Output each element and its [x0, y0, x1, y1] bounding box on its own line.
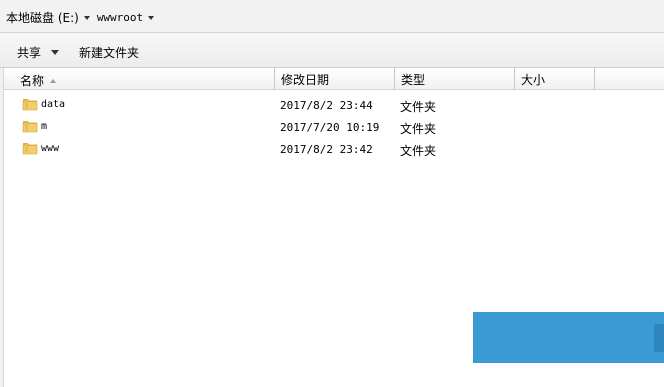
chevron-down-icon[interactable]	[148, 15, 155, 20]
file-type: 文件夹	[400, 122, 437, 136]
file-list: data 2017/8/2 23:44 文件夹 m 2017/7/20 10:1…	[4, 95, 664, 161]
column-header-date[interactable]: 修改日期	[275, 68, 395, 90]
explorer-window: 本地磁盘 (E:) wwwroot 共享 新建文件夹 名称 修改日期 类型 大小	[0, 0, 664, 387]
folder-icon	[22, 143, 38, 155]
folder-icon	[22, 99, 38, 111]
share-button[interactable]: 共享	[17, 44, 60, 61]
new-folder-button-label: 新建文件夹	[79, 46, 140, 60]
column-header-type[interactable]: 类型	[395, 68, 515, 90]
breadcrumb-drive[interactable]: 本地磁盘 (E:)	[6, 9, 79, 26]
chevron-down-icon[interactable]	[83, 15, 90, 20]
column-size-label: 大小	[521, 73, 546, 87]
file-name: www	[41, 143, 60, 154]
file-row[interactable]: www 2017/8/2 23:42 文件夹	[4, 139, 664, 161]
breadcrumb: 本地磁盘 (E:) wwwroot	[6, 9, 161, 26]
file-date: 2017/8/2 23:44	[280, 99, 373, 112]
file-row[interactable]: data 2017/8/2 23:44 文件夹	[4, 95, 664, 117]
file-name: data	[41, 99, 66, 110]
command-toolbar: 共享 新建文件夹	[0, 33, 664, 68]
share-button-label: 共享	[17, 46, 42, 60]
dropdown-caret-icon	[51, 50, 60, 55]
file-type: 文件夹	[400, 144, 437, 158]
sort-ascending-icon	[50, 78, 57, 83]
file-name: m	[41, 121, 48, 132]
file-date: 2017/8/2 23:42	[280, 143, 373, 156]
blue-overlay-block	[473, 312, 664, 363]
folder-icon	[22, 121, 38, 133]
column-type-label: 类型	[401, 73, 426, 87]
file-type: 文件夹	[400, 100, 437, 114]
column-header: 名称 修改日期 类型 大小	[4, 68, 664, 90]
new-folder-button[interactable]: 新建文件夹	[79, 44, 139, 61]
file-row[interactable]: m 2017/7/20 10:19 文件夹	[4, 117, 664, 139]
breadcrumb-folder[interactable]: wwwroot	[97, 11, 143, 24]
column-header-size[interactable]: 大小	[515, 68, 595, 90]
column-name-label: 名称	[20, 74, 45, 88]
column-date-label: 修改日期	[281, 73, 330, 87]
file-date: 2017/7/20 10:19	[280, 121, 380, 134]
column-header-name[interactable]: 名称	[4, 68, 275, 90]
address-bar[interactable]: 本地磁盘 (E:) wwwroot	[0, 0, 664, 33]
blue-overlay-notch	[654, 324, 664, 352]
